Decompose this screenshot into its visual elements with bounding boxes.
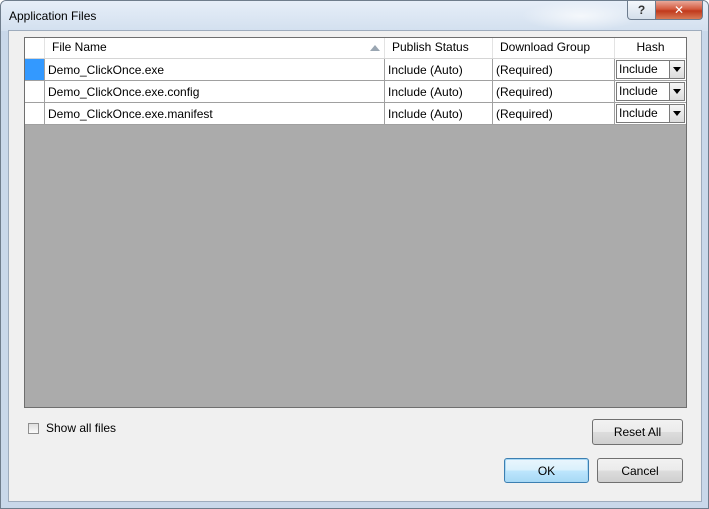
column-header-hash[interactable]: Hash (615, 38, 686, 58)
download-group-cell[interactable]: (Required) (493, 81, 615, 103)
show-all-files-option[interactable]: Show all files (28, 420, 116, 436)
hash-cell: Include (615, 103, 686, 125)
column-header-download-group[interactable]: Download Group (493, 38, 615, 58)
row-selector[interactable] (25, 81, 45, 103)
column-header-label: Hash (636, 40, 665, 54)
table-row[interactable]: Demo_ClickOnce.exe Include (Auto) (Requi… (25, 59, 686, 81)
hash-cell: Include (615, 59, 686, 81)
application-files-dialog: Application Files ? ✕ File Name Publish … (0, 0, 709, 509)
table-row[interactable]: Demo_ClickOnce.exe.manifest Include (Aut… (25, 103, 686, 125)
publish-status-cell[interactable]: Include (Auto) (385, 103, 493, 125)
show-all-files-label[interactable]: Show all files (46, 421, 116, 435)
publish-status-cell[interactable]: Include (Auto) (385, 59, 493, 81)
hash-dropdown[interactable]: Include (616, 104, 685, 123)
hash-dropdown-value: Include (619, 62, 658, 76)
header-row-selector[interactable] (25, 38, 45, 58)
hash-dropdown-value: Include (619, 84, 658, 98)
dialog-client-area: File Name Publish Status Download Group … (8, 30, 702, 502)
column-header-label: Download Group (500, 40, 591, 54)
hash-dropdown[interactable]: Include (616, 60, 685, 79)
close-button[interactable]: ✕ (655, 1, 703, 20)
hash-dropdown[interactable]: Include (616, 82, 685, 101)
hash-cell: Include (615, 81, 686, 103)
download-group-cell[interactable]: (Required) (493, 59, 615, 81)
files-grid: File Name Publish Status Download Group … (24, 37, 687, 408)
column-header-label: File Name (52, 40, 107, 54)
window-title: Application Files (9, 9, 97, 23)
file-name-cell[interactable]: Demo_ClickOnce.exe.config (45, 81, 385, 103)
column-header-publish-status[interactable]: Publish Status (385, 38, 493, 58)
chevron-down-icon (673, 67, 681, 72)
column-header-file-name[interactable]: File Name (45, 38, 385, 58)
download-group-cell[interactable]: (Required) (493, 103, 615, 125)
help-button[interactable]: ? (627, 1, 656, 20)
title-bar-glow (521, 1, 641, 31)
publish-status-cell[interactable]: Include (Auto) (385, 81, 493, 103)
table-row[interactable]: Demo_ClickOnce.exe.config Include (Auto)… (25, 81, 686, 103)
close-icon: ✕ (673, 3, 685, 17)
column-header-label: Publish Status (392, 40, 469, 54)
dropdown-arrow-button[interactable] (669, 83, 684, 100)
ok-button[interactable]: OK (504, 458, 589, 483)
row-selector[interactable] (25, 103, 45, 125)
chevron-down-icon (673, 89, 681, 94)
chevron-down-icon (673, 111, 681, 116)
row-selector[interactable] (25, 59, 45, 81)
show-all-files-checkbox[interactable] (28, 422, 39, 434)
cancel-button[interactable]: Cancel (597, 458, 683, 483)
sort-ascending-icon (370, 45, 380, 51)
dropdown-arrow-button[interactable] (669, 61, 684, 78)
dropdown-arrow-button[interactable] (669, 105, 684, 122)
reset-all-button[interactable]: Reset All (592, 419, 683, 445)
grid-header: File Name Publish Status Download Group … (25, 38, 686, 59)
file-name-cell[interactable]: Demo_ClickOnce.exe.manifest (45, 103, 385, 125)
title-bar: Application Files ? ✕ (1, 1, 708, 31)
file-name-cell[interactable]: Demo_ClickOnce.exe (45, 59, 385, 81)
hash-dropdown-value: Include (619, 106, 658, 120)
